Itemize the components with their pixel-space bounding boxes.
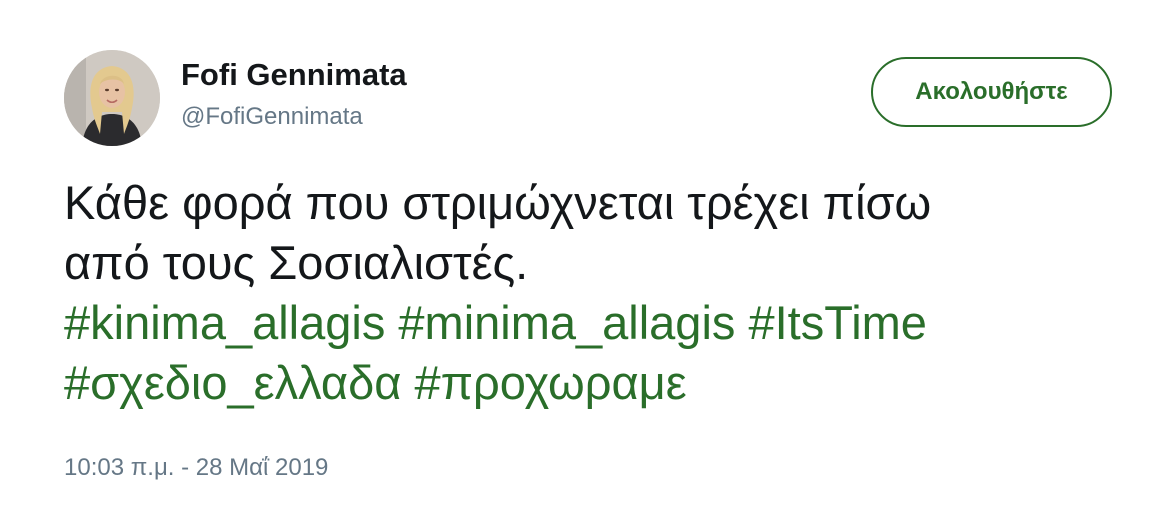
hashtag-link[interactable]: #minima_allagis [398,296,735,349]
hashtag-link[interactable]: #σχεδιο_ελλαδα [64,356,401,409]
hashtag-link[interactable]: #kinima_allagis [64,296,385,349]
hashtag-link[interactable]: #προχωραμε [414,356,686,409]
tweet-text-line: Κάθε φορά που στριμώχνεται τρέχει πίσω [64,176,932,229]
tweet-text: Κάθε φορά που στριμώχνεται τρέχει πίσω α… [64,173,1114,413]
hashtag-line: #σχεδιο_ελλαδα #προχωραμε [64,353,1114,413]
tweet-text-line: από τους Σοσιαλιστές. [64,236,529,289]
hashtag-link[interactable]: #ItsTime [748,296,926,349]
hashtag-line: #kinima_allagis #minima_allagis #ItsTime [64,293,1114,353]
avatar[interactable] [64,50,160,146]
tweet-timestamp[interactable]: 10:03 π.μ. - 28 Μαΐ 2019 [64,454,328,482]
user-handle[interactable]: @FofiGennimata [181,103,363,131]
follow-button[interactable]: Ακολουθήστε [871,57,1112,127]
profile-photo-icon [64,50,160,146]
display-name[interactable]: Fofi Gennimata [181,57,407,93]
